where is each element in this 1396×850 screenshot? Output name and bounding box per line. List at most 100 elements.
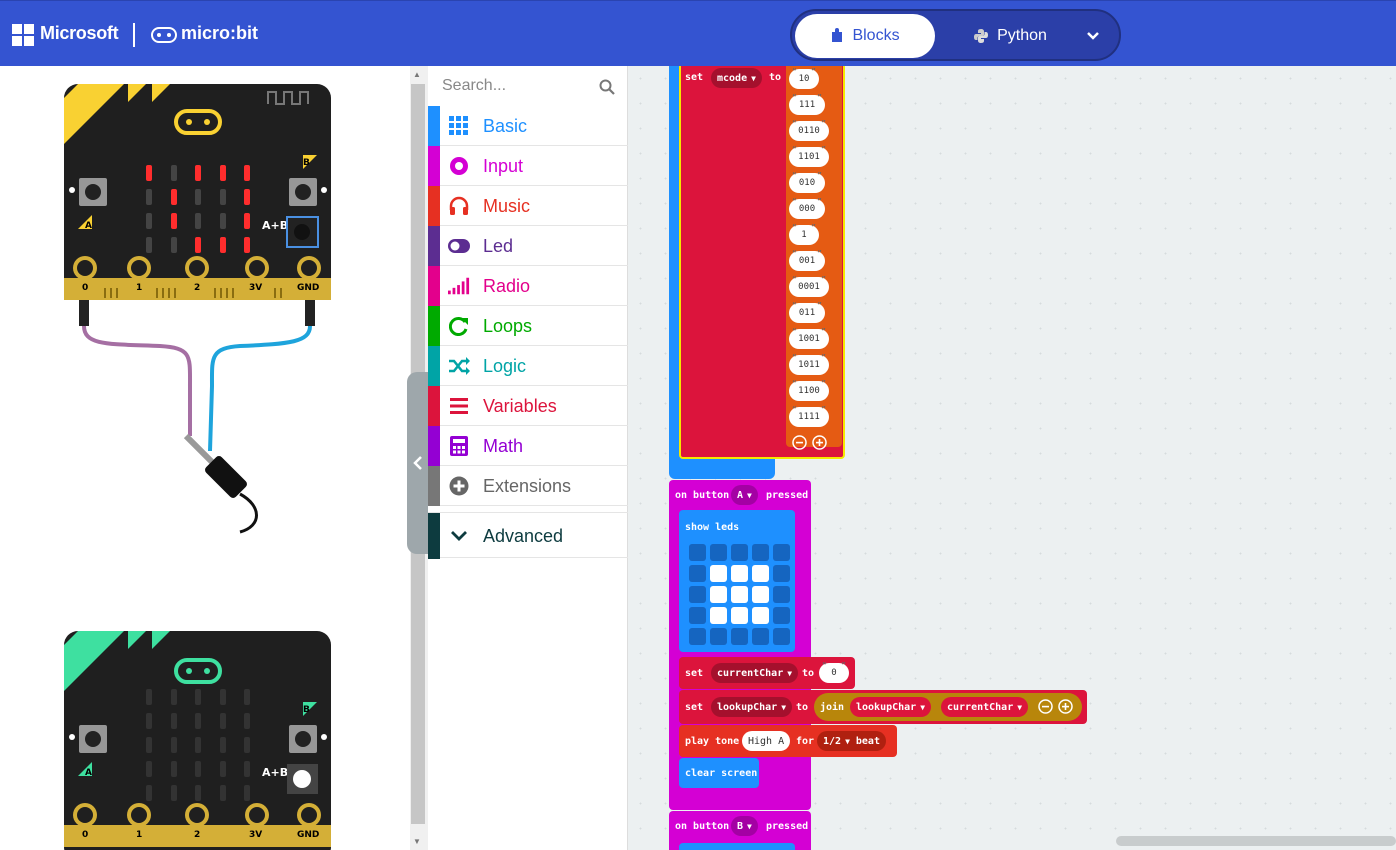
category-advanced[interactable]: Advanced [428, 512, 628, 559]
python-mode-button[interactable]: Python [940, 14, 1080, 58]
mcode-string-value[interactable]: 1001 [789, 327, 829, 349]
show-leds-block[interactable]: show leds [679, 510, 795, 652]
to-keyword: to [796, 702, 809, 713]
blocks-mode-button[interactable]: Blocks [795, 14, 935, 58]
category-music[interactable]: Music [428, 186, 628, 226]
led-cell[interactable] [689, 607, 706, 624]
minus-circle-icon[interactable] [1038, 699, 1053, 714]
category-color-bar [428, 513, 440, 559]
led-grid-editor[interactable] [689, 544, 793, 648]
led-cell[interactable] [710, 544, 727, 561]
led-cell[interactable] [710, 565, 727, 582]
scroll-up-icon[interactable]: ▲ [413, 70, 421, 79]
led-cell[interactable] [731, 565, 748, 582]
refresh-icon [448, 315, 470, 337]
mcode-string-value[interactable]: 0001 [789, 275, 829, 297]
clear-screen-block[interactable]: clear screen [679, 758, 759, 788]
pin-2-label: 2 [194, 283, 200, 293]
led-cell[interactable] [752, 628, 769, 645]
led-cell[interactable] [710, 628, 727, 645]
join-block[interactable]: join lookupChar ▼ currentChar ▼ [814, 693, 1082, 721]
variable-dropdown[interactable]: mcode ▼ [711, 68, 762, 88]
led-cell[interactable] [752, 607, 769, 624]
microbit-board-1[interactable]: A B A+B 0 1 2 3V GND [64, 84, 331, 300]
button-dropdown[interactable]: A ▼ [731, 485, 758, 505]
duration-dropdown[interactable]: 1/2 ▼ beat [817, 731, 886, 751]
variable-name: currentChar [947, 701, 1014, 713]
led-cell[interactable] [689, 586, 706, 603]
category-logic[interactable]: Logic [428, 346, 628, 386]
microbit-brand[interactable]: micro:bit [181, 23, 258, 44]
category-input[interactable]: Input [428, 146, 628, 186]
led-cell[interactable] [731, 607, 748, 624]
led-cell[interactable] [689, 565, 706, 582]
button-dropdown[interactable]: B ▼ [731, 816, 758, 836]
set-currentchar-block[interactable]: set currentChar▼ to 0 [679, 657, 855, 689]
scroll-down-icon[interactable]: ▼ [413, 837, 421, 846]
variable-dropdown[interactable]: currentChar ▼ [711, 663, 799, 683]
category-loops[interactable]: Loops [428, 306, 628, 346]
led-cell[interactable] [773, 628, 790, 645]
circle-dot-icon [448, 155, 470, 177]
workspace-horizontal-scrollbar[interactable] [1116, 836, 1396, 846]
on-button-b-pressed-block[interactable]: on button B ▼ pressed [669, 811, 811, 850]
mcode-string-value[interactable]: 1101 [789, 145, 829, 167]
search-icon[interactable] [599, 79, 615, 95]
led-cell[interactable] [731, 544, 748, 561]
led-cell[interactable] [752, 544, 769, 561]
led-cell[interactable] [689, 628, 706, 645]
mcode-string-value[interactable]: 001 [789, 249, 825, 271]
mcode-string-value[interactable]: 1 [789, 223, 819, 245]
category-variables[interactable]: Variables [428, 386, 628, 426]
mcode-string-value[interactable]: 011 [789, 301, 825, 323]
mcode-string-value[interactable]: 10 [789, 67, 819, 89]
variable-dropdown[interactable]: lookupChar ▼ [711, 697, 793, 717]
nested-block[interactable] [679, 843, 795, 850]
category-label: Input [483, 156, 524, 176]
mcode-string-value[interactable]: 010 [789, 171, 825, 193]
string-value-input[interactable]: 0 [819, 661, 849, 683]
led-cell[interactable] [773, 544, 790, 561]
signal-bars-icon [448, 275, 470, 297]
microsoft-logo-icon[interactable] [12, 24, 34, 46]
mcode-string-value[interactable]: 1111 [789, 405, 829, 427]
category-basic[interactable]: Basic [428, 106, 628, 146]
duration-value: 1/2 [823, 735, 842, 747]
led-cell[interactable] [731, 628, 748, 645]
note-picker[interactable]: High A [742, 731, 791, 751]
set-lookupchar-block[interactable]: set lookupChar ▼ to join lookupChar ▼ curr… [679, 690, 1087, 724]
category-radio[interactable]: Radio [428, 266, 628, 306]
mcode-string-value[interactable]: 000 [789, 197, 825, 219]
led-cell[interactable] [710, 586, 727, 603]
blocks-workspace[interactable]: set mcode▼ to 10111011011010100001001000… [628, 66, 1396, 850]
minus-circle-icon[interactable] [792, 434, 807, 450]
plus-circle-icon[interactable] [812, 434, 827, 450]
led-cell[interactable] [752, 565, 769, 582]
category-math[interactable]: Math [428, 426, 628, 466]
join-arg1-variable[interactable]: lookupChar ▼ [850, 697, 932, 717]
led-cell[interactable] [731, 586, 748, 603]
led-cell[interactable] [773, 607, 790, 624]
mcode-string-value[interactable]: 1100 [789, 379, 829, 401]
microbit-logo-icon[interactable] [151, 27, 177, 43]
mcode-string-value[interactable]: 1011 [789, 353, 829, 375]
microbit-board-2[interactable]: A B A+B 0 1 2 3V GND [64, 631, 331, 850]
category-led[interactable]: Led [428, 226, 628, 266]
led-cell[interactable] [752, 586, 769, 603]
led-cell[interactable] [773, 565, 790, 582]
category-extensions[interactable]: Extensions [428, 466, 628, 506]
plus-circle-icon[interactable] [1058, 699, 1073, 714]
collapse-simulator-button[interactable] [407, 372, 429, 554]
led-cell[interactable] [773, 586, 790, 603]
mcode-string-value[interactable]: 111 [789, 93, 825, 115]
search-input[interactable] [442, 75, 592, 97]
language-dropdown-button[interactable] [1073, 14, 1113, 58]
led-cell[interactable] [710, 607, 727, 624]
join-arg2-variable[interactable]: currentChar ▼ [941, 697, 1029, 717]
category-label: Radio [483, 276, 531, 296]
led-cell[interactable] [689, 544, 706, 561]
dropdown-arrow-icon: ▼ [751, 73, 756, 83]
mcode-string-value[interactable]: 0110 [789, 119, 829, 141]
microsoft-brand[interactable]: Microsoft [40, 23, 119, 44]
play-tone-block[interactable]: play tone High A for 1/2 ▼ beat [679, 725, 897, 757]
